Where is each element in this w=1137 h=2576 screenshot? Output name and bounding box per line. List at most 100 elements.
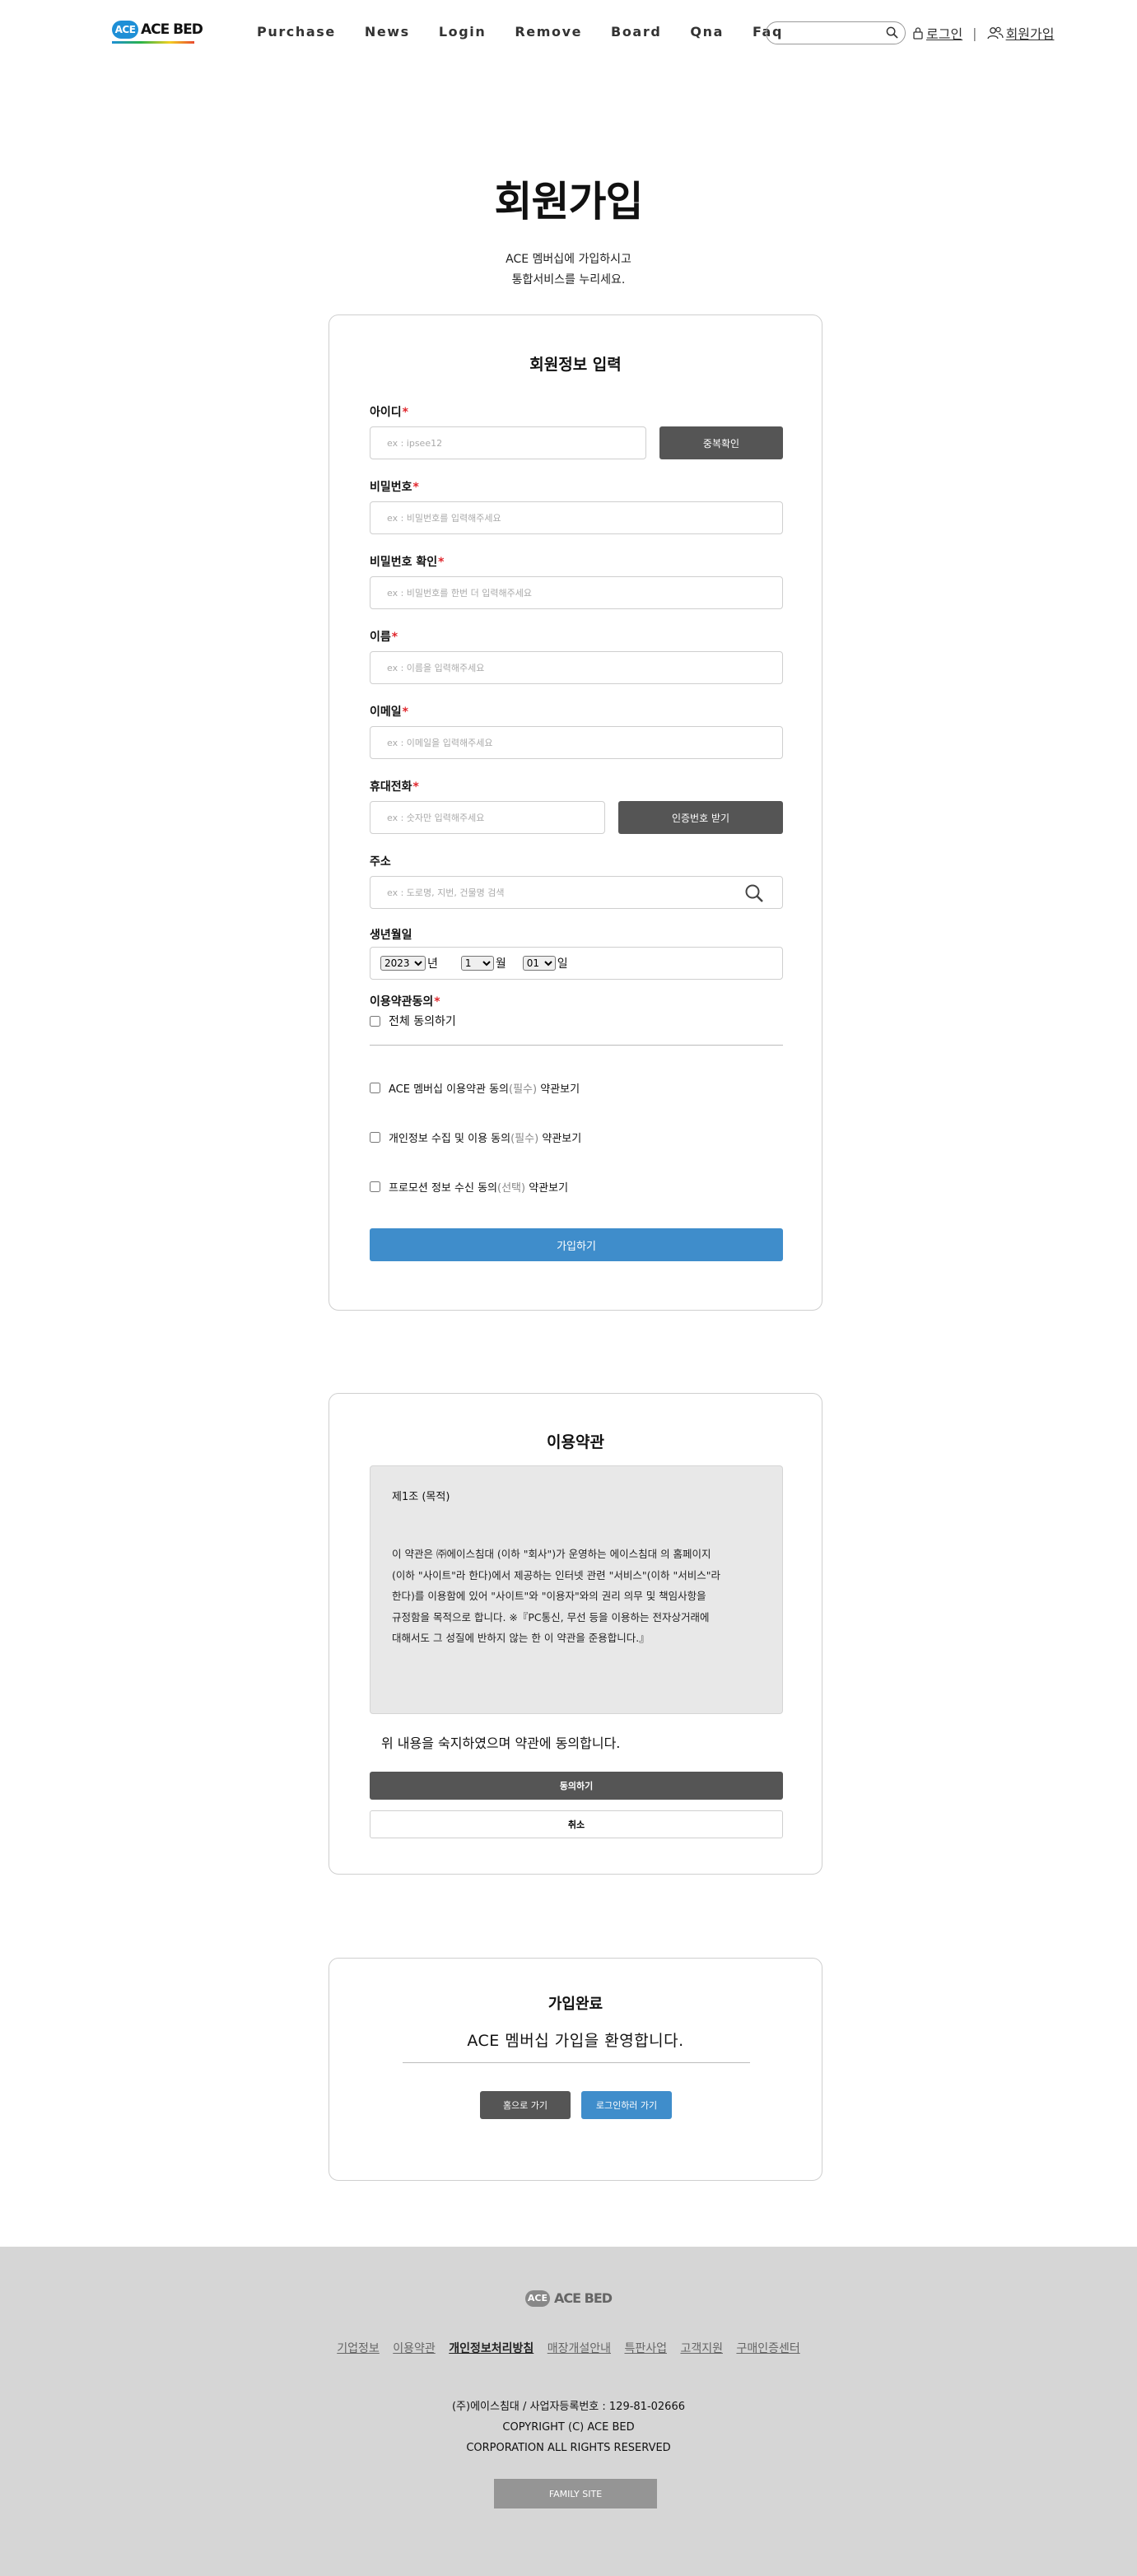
email-input[interactable] (370, 727, 782, 758)
password-confirm-input[interactable] (370, 577, 782, 608)
birth-month-select[interactable]: 1 (460, 956, 494, 971)
required-mark: * (412, 481, 419, 494)
terms-title: 이용약관 (547, 1433, 604, 1451)
main-nav: Purchase News Login Remove Board Qna Faq (257, 24, 812, 40)
search-icon[interactable] (886, 26, 898, 39)
agree-all-row: 전체 동의하기 (370, 1013, 456, 1029)
birth-day-select[interactable]: 01 (522, 956, 556, 971)
address-search-icon[interactable] (744, 883, 764, 903)
phone-input[interactable] (370, 802, 604, 833)
nav-login[interactable]: Login (439, 24, 487, 40)
header-search-input[interactable] (776, 23, 883, 43)
login-label: 로그인 (926, 26, 963, 42)
signup-complete-card: 가입완료 ACE 멤버십 가입을 환영합니다. 홈으로 가기 로그인하러 가기 (329, 1958, 822, 2181)
footer-link-company[interactable]: 기업정보 (337, 2342, 380, 2355)
terms-line: 규정함을 목적으로 합니다. ※『PC통신, 무선 등을 이용하는 전자상거래에 (392, 1610, 710, 1623)
header-search (766, 21, 906, 44)
id-field (370, 426, 646, 459)
agree-all-label: 전체 동의하기 (389, 1015, 456, 1028)
terms-2-label: 개인정보 수집 및 이용 동의 (389, 1133, 511, 1145)
form-title: 회원정보 입력 (529, 356, 622, 374)
name-input[interactable] (370, 652, 782, 683)
users-icon (986, 26, 1004, 40)
nav-purchase[interactable]: Purchase (257, 24, 336, 40)
footer-copyright-2: CORPORATION ALL RIGHTS RESERVED (466, 2442, 671, 2454)
header-util: 로그인 | 회원가입 (912, 23, 1054, 43)
footer-logo-badge: ACE (524, 2290, 550, 2307)
join-link[interactable]: 회원가입 (986, 23, 1055, 43)
footer-info: (주)에이스침대 / 사업자등록번호 : 129-81-02666 COPYRI… (0, 2397, 1137, 2458)
terms-1-checkbox[interactable] (370, 1083, 380, 1093)
terms-line: 이 약관은 ㈜에이스침대 (이하 "회사")가 운영하는 에이스침대 의 홈페이… (392, 1548, 711, 1560)
password-input[interactable] (370, 502, 782, 533)
terms-1-label: ACE 멤버십 이용약관 동의 (389, 1083, 509, 1096)
required-mark: * (412, 780, 419, 794)
agree-all-checkbox[interactable] (370, 1015, 380, 1027)
address-input[interactable] (370, 877, 782, 908)
phone-label-text: 휴대전화 (370, 780, 412, 794)
util-separator: | (972, 25, 977, 41)
signup-form-card: 회원정보 입력 아이디* 중복확인 비밀번호* 비밀번호 확인* 이름* 이메일… (329, 314, 822, 1311)
nav-qna[interactable]: Qna (690, 24, 724, 40)
duplicate-check-button[interactable]: 중복확인 (659, 426, 783, 459)
footer-link-store[interactable]: 매장개설안내 (548, 2342, 611, 2355)
year-unit: 년 (427, 957, 438, 971)
footer-company-line: (주)에이스침대 / 사업자등록번호 : 129-81-02666 (451, 2401, 685, 2413)
verify-code-button[interactable]: 인증번호 받기 (618, 801, 783, 834)
terms-body: 이 약관은 ㈜에이스침대 (이하 "회사")가 운영하는 에이스침대 의 홈페이… (392, 1544, 771, 1649)
agree-label: 이용약관동의* (370, 993, 440, 1009)
required-mark: * (402, 406, 408, 419)
login-link[interactable]: 로그인 (912, 23, 962, 43)
footer-link-special[interactable]: 특판사업 (624, 2342, 667, 2355)
terms-card: 이용약관 제1조 (목적) 이 약관은 ㈜에이스침대 (이하 "회사")가 운영… (329, 1393, 822, 1875)
site-logo[interactable]: ACE ACE BED (112, 21, 203, 44)
footer-copyright-1: COPYRIGHT (C) ACE BED (502, 2421, 635, 2434)
complete-title: 가입완료 (548, 1996, 603, 2013)
logo-text: ACE BED (141, 21, 203, 38)
birth-label: 생년월일 (370, 929, 412, 942)
address-label: 주소 (370, 855, 391, 869)
footer-links: 기업정보 이용약관 개인정보처리방침 매장개설안내 특판사업 고객지원 구매인증… (0, 2340, 1137, 2356)
password-label-text: 비밀번호 (370, 481, 412, 494)
terms-2-opt: (필수) (510, 1133, 539, 1145)
signup-submit-button[interactable]: 가입하기 (370, 1228, 783, 1261)
family-site-button[interactable]: FAMILY SITE (494, 2479, 657, 2508)
terms-agree-button[interactable]: 동의하기 (370, 1772, 783, 1800)
terms-row-1: ACE 멤버십 이용약관 동의 (필수) 약관보기 (370, 1080, 580, 1096)
footer-link-terms[interactable]: 이용약관 (393, 2342, 436, 2355)
footer-link-auth[interactable]: 구매인증센터 (736, 2342, 799, 2355)
nav-remove[interactable]: Remove (515, 24, 582, 40)
email-label: 이메일* (370, 703, 408, 720)
footer-logo[interactable]: ACE ACE BED (0, 2290, 1137, 2307)
birth-year-select[interactable]: 2023 (380, 956, 426, 971)
page: ACE ACE BED Purchase News Login Remove B… (0, 0, 1137, 2576)
site-header: ACE ACE BED Purchase News Login Remove B… (0, 0, 1137, 64)
footer-link-support[interactable]: 고객지원 (680, 2342, 723, 2355)
password-label: 비밀번호* (370, 478, 419, 495)
terms-1-view-link[interactable]: 약관보기 (540, 1080, 580, 1096)
id-input[interactable] (370, 427, 645, 459)
nav-board[interactable]: Board (611, 24, 661, 40)
terms-2-view-link[interactable]: 약관보기 (542, 1130, 581, 1145)
go-home-button[interactable]: 홈으로 가기 (480, 2091, 571, 2119)
terms-2-checkbox[interactable] (370, 1132, 380, 1143)
nav-news[interactable]: News (365, 24, 410, 40)
page-title: 회원가입 (494, 178, 644, 226)
day-unit: 일 (557, 957, 568, 971)
terms-3-view-link[interactable]: 약관보기 (529, 1179, 568, 1195)
logo-color-stripe (112, 41, 194, 44)
email-label-text: 이메일 (370, 706, 402, 719)
birth-field: 2023 년 1 월 01 일 (370, 947, 783, 980)
password-confirm-field (370, 576, 783, 609)
terms-3-checkbox[interactable] (370, 1181, 380, 1192)
terms-cancel-button[interactable]: 취소 (370, 1810, 783, 1838)
footer-link-privacy[interactable]: 개인정보처리방침 (449, 2342, 534, 2355)
month-unit: 월 (495, 957, 506, 971)
join-label: 회원가입 (1005, 26, 1055, 42)
page-subtitle: ACE 멤버십에 가입하시고 통합서비스를 누리세요. (0, 249, 1137, 291)
terms-article-heading: 제1조 (목적) (392, 1491, 450, 1503)
go-login-button[interactable]: 로그인하러 가기 (581, 2091, 672, 2119)
name-label-text: 이름 (370, 631, 391, 644)
name-field (370, 651, 783, 684)
birth-date-row: 2023 년 1 월 01 일 (370, 948, 782, 979)
